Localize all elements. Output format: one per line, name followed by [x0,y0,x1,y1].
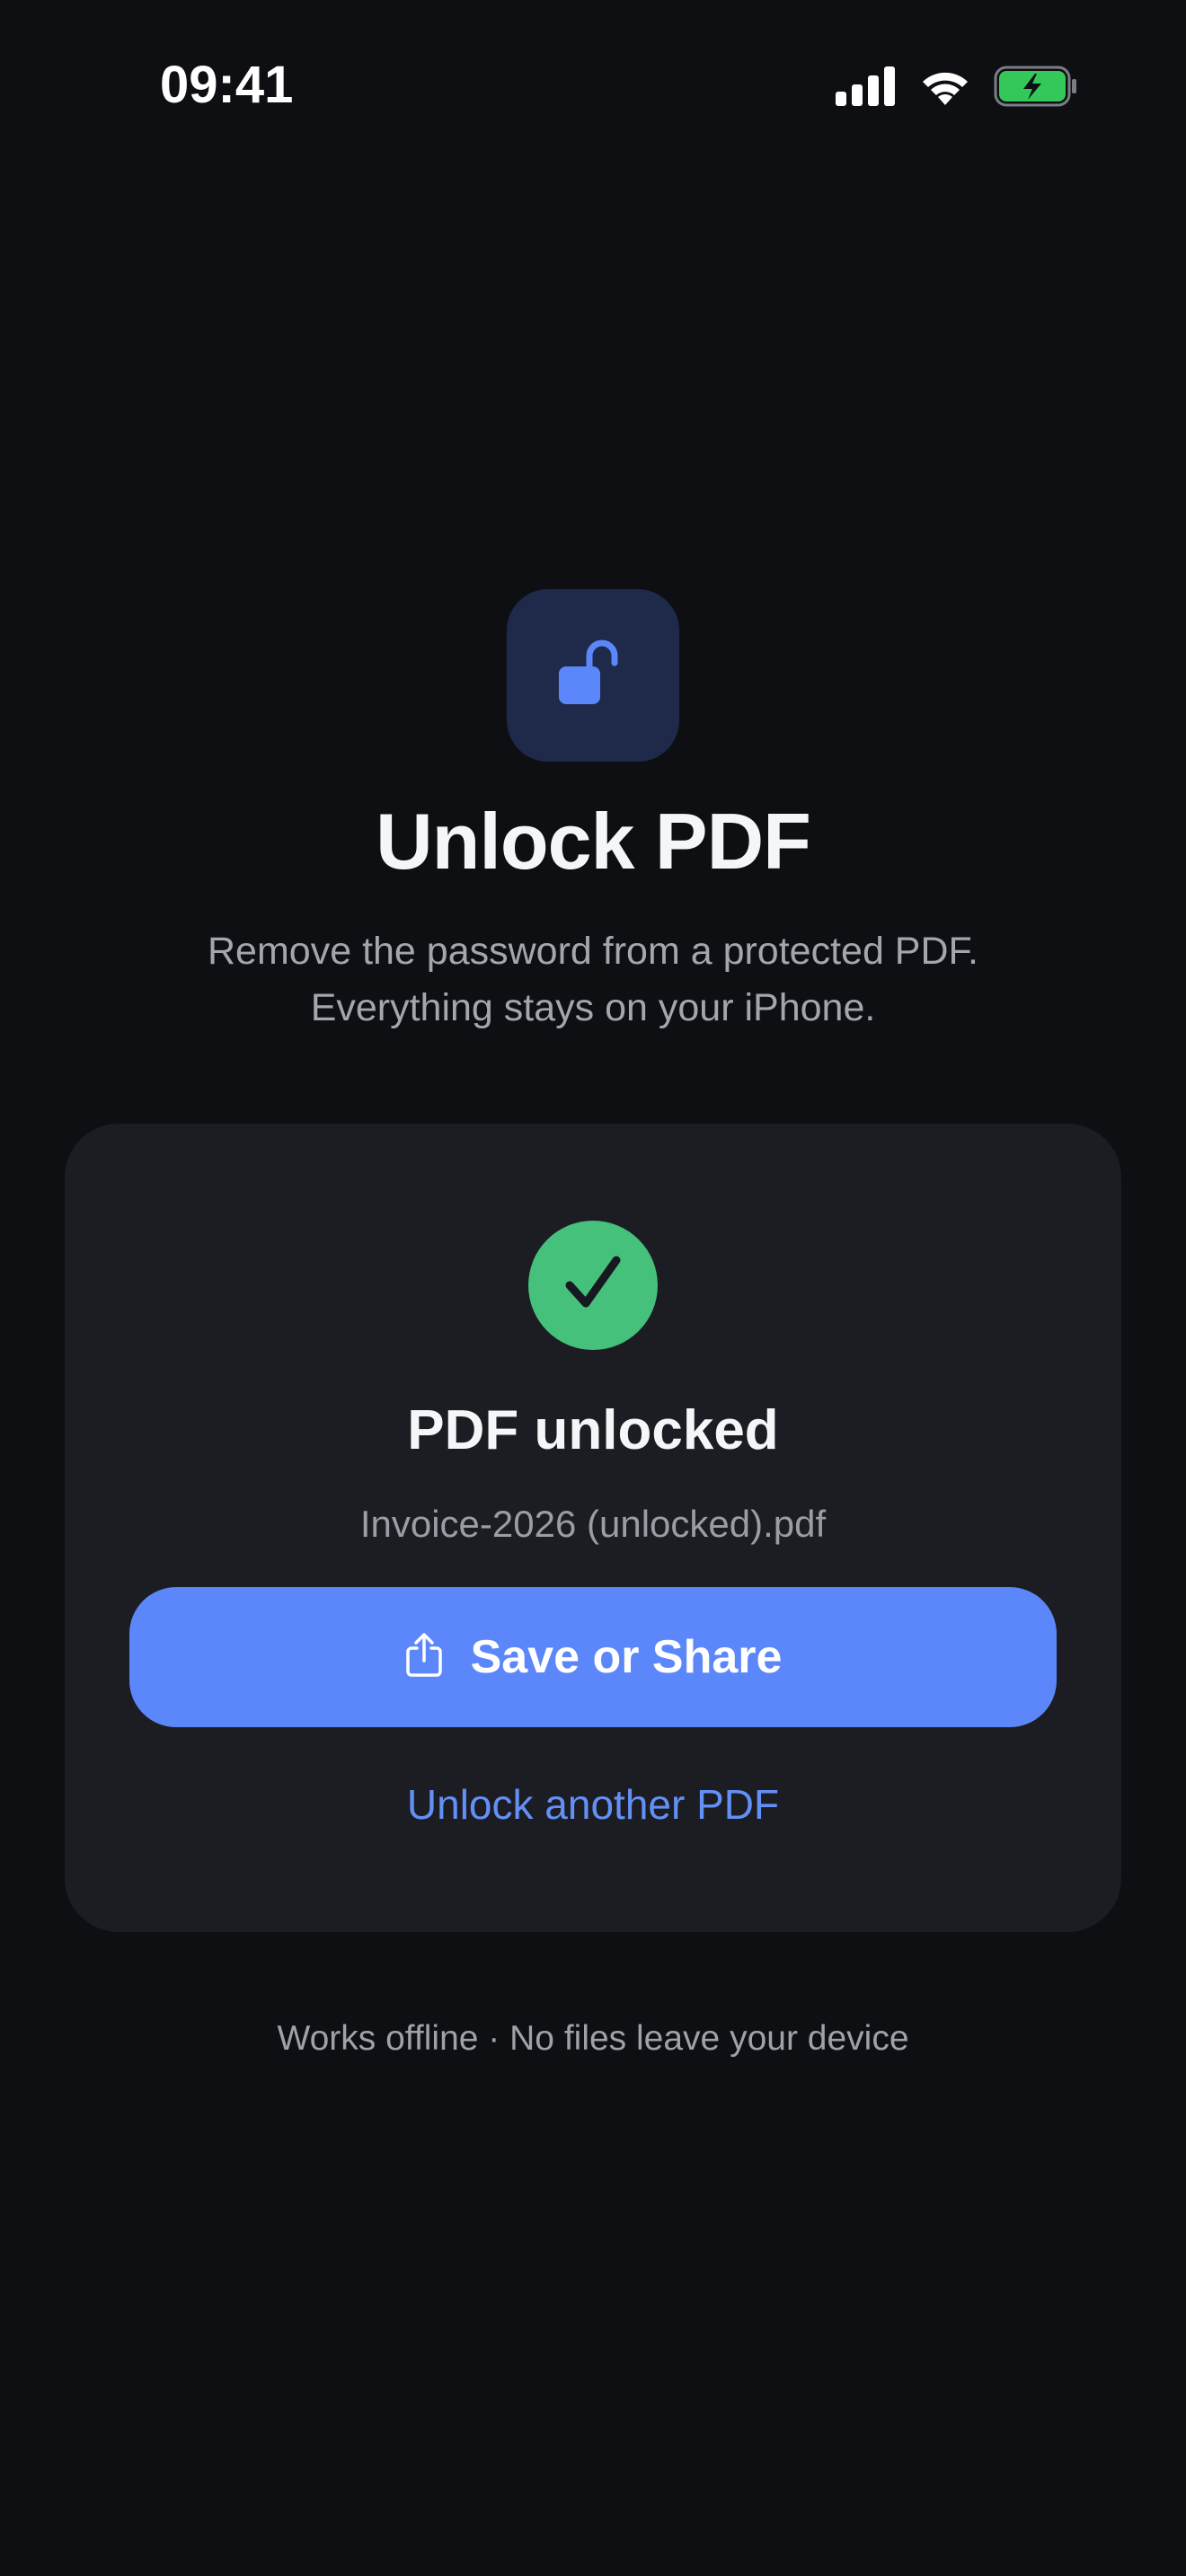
result-title: PDF unlocked [407,1399,779,1461]
result-card: PDF unlocked Invoice-2026 (unlocked).pdf… [65,1124,1121,1932]
status-icons [836,63,1078,110]
page-title: Unlock PDF [376,797,811,886]
save-or-share-label: Save or Share [470,1631,783,1683]
battery-charging-icon [994,66,1078,107]
cellular-signal-icon [836,66,897,106]
status-time: 09:41 [160,56,294,114]
result-filename: Invoice-2026 (unlocked).pdf [359,1503,827,1545]
wifi-icon [918,66,972,107]
page-subtitle: Remove the password from a protected PDF… [0,923,1186,1037]
save-or-share-button[interactable]: Save or Share [129,1587,1057,1727]
subtitle-line-1: Remove the password from a protected PDF… [208,930,978,973]
footer-note: Works offline · No files leave your devi… [277,2019,909,2058]
lock-open-icon [555,636,631,716]
success-badge [528,1221,658,1350]
unlock-another-pdf-link[interactable]: Unlock another PDF [65,1776,1121,1833]
checkmark-icon [557,1248,629,1324]
share-icon [404,1632,444,1683]
lock-open-icon-tile [507,589,679,762]
status-bar: 09:41 [0,0,1186,180]
subtitle-line-2: Everything stays on your iPhone. [310,986,876,1029]
